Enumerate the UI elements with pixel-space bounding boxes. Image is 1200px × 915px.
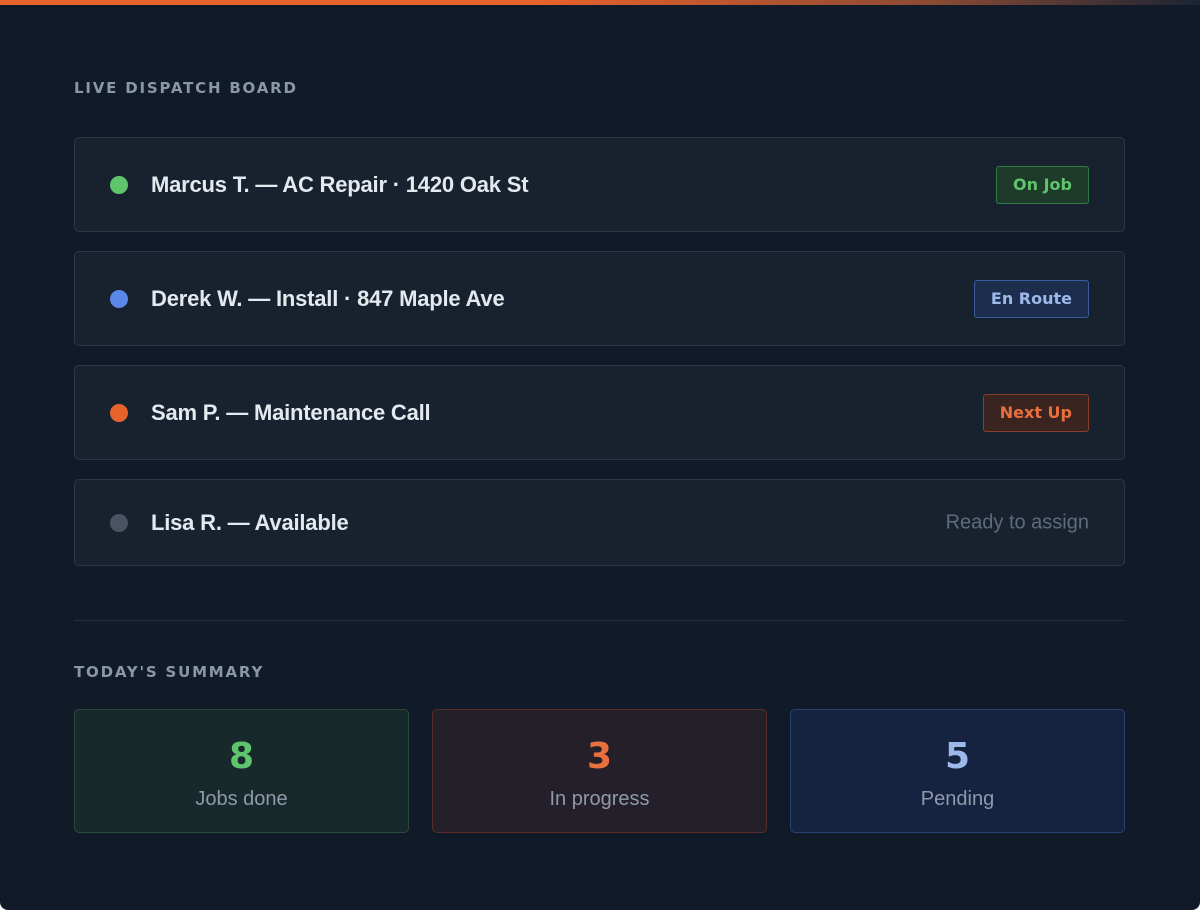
status-dot-icon [110, 403, 128, 422]
stat-card-in-progress: 3 In progress [432, 709, 767, 833]
stat-label: In progress [549, 788, 650, 810]
dispatch-row-label: Derek W. — Install · 847 Maple Ave [151, 285, 505, 311]
status-dot-icon [110, 175, 128, 194]
status-badge-on-job: On Job [996, 165, 1089, 204]
dispatch-row-label: Sam P. — Maintenance Call [151, 399, 431, 425]
dispatch-row-label: Marcus T. — AC Repair · 1420 Oak St [151, 171, 529, 197]
dispatch-row-label: Lisa R. — Available [151, 509, 349, 535]
stat-value: 5 [944, 736, 971, 777]
status-badge-en-route: En Route [973, 279, 1089, 318]
stat-value: 3 [586, 736, 613, 777]
status-badge-next-up: Next Up [982, 393, 1089, 432]
dispatch-row-marcus[interactable]: Marcus T. — AC Repair · 1420 Oak St On J… [74, 137, 1125, 232]
stat-card-jobs-done: 8 Jobs done [74, 709, 409, 833]
status-dot-icon [110, 513, 128, 532]
dispatch-row-derek[interactable]: Derek W. — Install · 847 Maple Ave En Ro… [74, 251, 1125, 346]
dispatch-list: Marcus T. — AC Repair · 1420 Oak St On J… [74, 137, 1125, 566]
summary-title: TODAY'S SUMMARY [74, 663, 265, 681]
stat-label: Pending [920, 788, 995, 810]
summary-stats: 8 Jobs done 3 In progress 5 Pending [74, 709, 1125, 833]
section-divider [74, 620, 1125, 621]
stat-card-pending: 5 Pending [790, 709, 1125, 833]
status-dot-icon [110, 289, 128, 308]
dispatch-board-title: LIVE DISPATCH BOARD [74, 79, 298, 97]
stat-label: Jobs done [195, 788, 288, 810]
stat-value: 8 [228, 736, 255, 777]
dispatch-panel: LIVE DISPATCH BOARD Marcus T. — AC Repai… [0, 0, 1200, 910]
dispatch-row-sam[interactable]: Sam P. — Maintenance Call Next Up [74, 365, 1125, 460]
dispatch-row-lisa[interactable]: Lisa R. — Available Ready to assign [74, 479, 1125, 566]
status-text-ready: Ready to assign [945, 511, 1089, 533]
accent-bar [0, 0, 1200, 5]
